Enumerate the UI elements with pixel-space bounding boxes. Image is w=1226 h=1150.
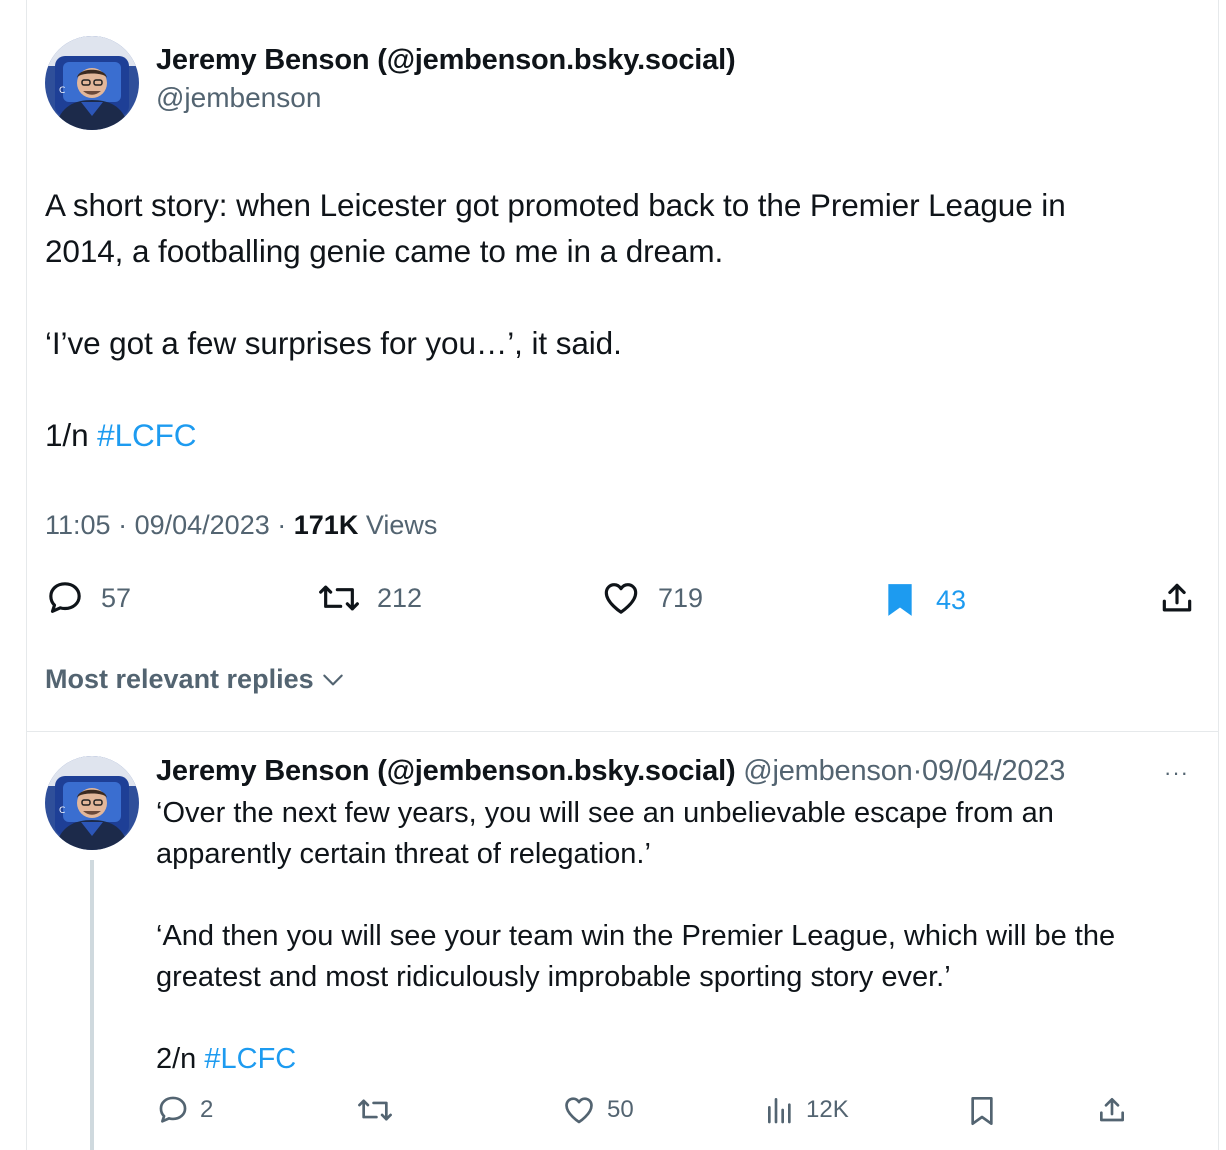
tweet-date[interactable]: 09/04/2023 [135,510,270,540]
author-handle[interactable]: @jembenson [156,82,321,114]
repost-count: 212 [377,582,423,613]
repost-arrows-icon [358,1099,392,1121]
author-avatar[interactable]: C [45,36,139,130]
meta-separator: · [277,510,287,540]
meta-separator: · [912,755,923,787]
reply-author-handle[interactable]: @jembenson [743,755,913,787]
svg-text:C: C [59,806,65,816]
bookmark-button[interactable]: 43 [880,578,966,622]
reply-text-line: ‘Over the next few years, you will see a… [156,797,1054,829]
like-count: 50 [607,1096,634,1123]
reply-author-display-name[interactable]: Jeremy Benson (@jembenson.bsky.social) [156,755,736,787]
heart-icon [565,1097,593,1124]
share-button[interactable] [1096,1093,1138,1127]
bookmark-button[interactable] [966,1093,1008,1129]
tweet-text: A short story: when Leicester got promot… [45,182,1195,458]
share-button[interactable] [1158,578,1212,618]
repost-button[interactable]: 212 [317,578,422,618]
reply-text-line: ‘And then you will see your team win the… [156,920,1116,952]
share-upload-icon [1162,583,1192,612]
thread-marker-line: 1/n #LCFC [45,412,1195,458]
like-count: 719 [658,582,704,613]
reply-text-line: apparently certain threat of relegation.… [156,838,651,870]
views-count: 12K [806,1096,849,1123]
bookmark-count: 43 [936,584,967,615]
reply-button[interactable]: 57 [45,578,131,618]
reply-button[interactable]: 2 [156,1093,213,1127]
tweet-text-line: A short story: when Leicester got promot… [45,187,1066,223]
reply-header: Jeremy Benson (@jembenson.bsky.social) @… [156,755,1065,788]
repost-button[interactable] [356,1093,404,1127]
bookmark-icon [888,584,912,616]
thread-marker-line: 2/n #LCFC [156,1039,1196,1080]
svg-text:C: C [59,86,65,96]
thread-marker: 2/n [156,1043,197,1075]
views-button[interactable]: 12K [764,1093,849,1127]
bookmark-icon [971,1097,993,1125]
meta-separator: · [118,510,128,540]
bar-chart-icon [768,1098,791,1124]
author-display-name[interactable]: Jeremy Benson (@jembenson.bsky.social) [156,44,736,77]
tweet-action-bar: 57 212 719 43 [45,578,1200,624]
repost-arrows-icon [319,585,359,611]
replies-sort-label: Most relevant replies [45,664,314,694]
reply-text-line: greatest and most ridiculously improbabl… [156,961,951,993]
chevron-down-icon [322,674,343,685]
tweet-quote-line: ‘I’ve got a few surprises for you…’, it … [45,325,622,361]
thread-connector-line [90,860,94,1150]
speech-bubble-icon [159,1096,187,1123]
views-count: 171K [293,510,359,540]
heart-icon [604,583,638,614]
thread-marker: 1/n [45,417,89,453]
tweet-time[interactable]: 11:05 [45,510,111,540]
like-button[interactable]: 50 [561,1093,634,1127]
replies-sort-dropdown[interactable]: Most relevant replies [45,664,346,695]
section-divider [26,731,1219,732]
share-upload-icon [1100,1098,1124,1122]
reply-count: 57 [101,582,132,613]
tweet-metadata: 11:05 · 09/04/2023 · 171K Views [45,510,437,541]
reply-count: 2 [200,1096,214,1123]
speech-bubble-icon [49,582,81,613]
hashtag-link[interactable]: #LCFC [204,1043,296,1075]
reply-action-bar: 2 50 12K [156,1093,1131,1133]
tweet-text-line: 2014, a footballing genie came to me in … [45,233,724,269]
more-options-ellipsis-icon[interactable]: ··· [1164,760,1189,786]
views-label: Views [365,510,438,540]
reply-author-avatar[interactable]: C [45,756,139,850]
reply-text: ‘Over the next few years, you will see a… [156,793,1196,1080]
hashtag-link[interactable]: #LCFC [97,417,196,453]
like-button[interactable]: 719 [600,578,703,618]
reply-date[interactable]: 09/04/2023 [922,755,1065,787]
